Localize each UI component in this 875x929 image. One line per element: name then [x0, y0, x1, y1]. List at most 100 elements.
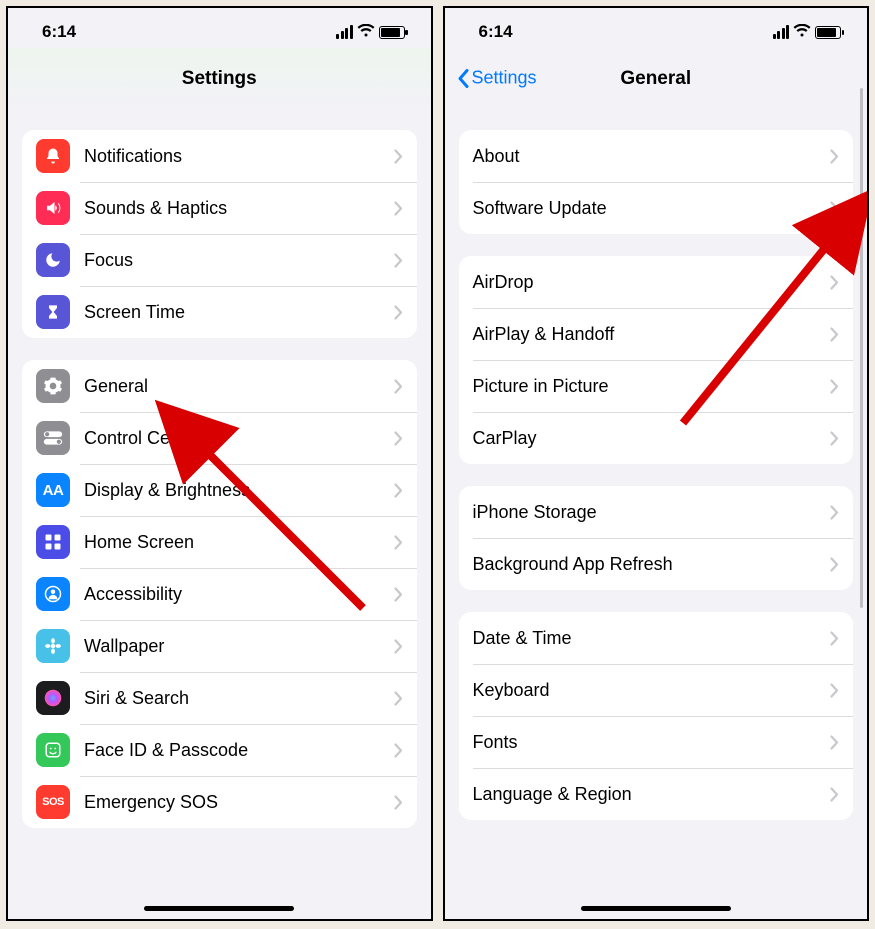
row-homescreen[interactable]: Home Screen: [22, 516, 417, 568]
row-controlcentre[interactable]: Control Centre: [22, 412, 417, 464]
chevron-right-icon: [394, 691, 403, 706]
row-label: Language & Region: [473, 784, 831, 805]
row-about[interactable]: About: [459, 130, 854, 182]
row-software-update[interactable]: Software Update: [459, 182, 854, 234]
row-language[interactable]: Language & Region: [459, 768, 854, 820]
row-label: Keyboard: [473, 680, 831, 701]
chevron-right-icon: [394, 639, 403, 654]
row-label: Wallpaper: [84, 636, 394, 657]
row-siri[interactable]: Siri & Search: [22, 672, 417, 724]
row-general[interactable]: General: [22, 360, 417, 412]
status-indicators: [773, 24, 842, 41]
chevron-right-icon: [830, 505, 839, 520]
row-label: AirPlay & Handoff: [473, 324, 831, 345]
row-label: Display & Brightness: [84, 480, 394, 501]
controlcentre-icon: [36, 421, 70, 455]
chevron-right-icon: [394, 587, 403, 602]
home-indicator: [581, 906, 731, 911]
page-title: Settings: [182, 68, 257, 89]
settings-header: Settings: [8, 48, 431, 108]
row-label: Face ID & Passcode: [84, 740, 394, 761]
status-bar: 6:14: [445, 8, 868, 48]
homescreen-icon: [36, 525, 70, 559]
home-indicator: [144, 906, 294, 911]
status-time: 6:14: [479, 22, 513, 42]
chevron-right-icon: [830, 683, 839, 698]
chevron-right-icon: [394, 149, 403, 164]
chevron-right-icon: [830, 201, 839, 216]
row-screentime[interactable]: Screen Time: [22, 286, 417, 338]
general-group-storage: iPhone Storage Background App Refresh: [459, 486, 854, 590]
wifi-icon: [793, 24, 811, 41]
chevron-right-icon: [394, 253, 403, 268]
battery-icon: [379, 26, 405, 39]
row-label: Home Screen: [84, 532, 394, 553]
display-icon: AA: [36, 473, 70, 507]
row-wallpaper[interactable]: Wallpaper: [22, 620, 417, 672]
chevron-right-icon: [394, 795, 403, 810]
chevron-right-icon: [394, 535, 403, 550]
row-pip[interactable]: Picture in Picture: [459, 360, 854, 412]
chevron-right-icon: [394, 201, 403, 216]
row-keyboard[interactable]: Keyboard: [459, 664, 854, 716]
status-bar: 6:14: [8, 8, 431, 48]
row-accessibility[interactable]: Accessibility: [22, 568, 417, 620]
chevron-right-icon: [830, 557, 839, 572]
general-icon: [36, 369, 70, 403]
row-label: Siri & Search: [84, 688, 394, 709]
chevron-right-icon: [830, 787, 839, 802]
row-label: About: [473, 146, 831, 167]
row-airplay[interactable]: AirPlay & Handoff: [459, 308, 854, 360]
row-label: Control Centre: [84, 428, 394, 449]
row-fonts[interactable]: Fonts: [459, 716, 854, 768]
row-label: General: [84, 376, 394, 397]
row-label: CarPlay: [473, 428, 831, 449]
row-storage[interactable]: iPhone Storage: [459, 486, 854, 538]
page-title: General: [620, 68, 691, 89]
chevron-right-icon: [830, 275, 839, 290]
chevron-right-icon: [394, 743, 403, 758]
row-label: AirDrop: [473, 272, 831, 293]
screentime-icon: [36, 295, 70, 329]
row-faceid[interactable]: Face ID & Passcode: [22, 724, 417, 776]
status-time: 6:14: [42, 22, 76, 42]
row-carplay[interactable]: CarPlay: [459, 412, 854, 464]
siri-icon: [36, 681, 70, 715]
wifi-icon: [357, 24, 375, 41]
row-focus[interactable]: Focus: [22, 234, 417, 286]
row-label: Accessibility: [84, 584, 394, 605]
notifications-icon: [36, 139, 70, 173]
row-sos[interactable]: SOS Emergency SOS: [22, 776, 417, 828]
settings-group-main: General Control Centre AA Display & Brig…: [22, 360, 417, 828]
row-label: Fonts: [473, 732, 831, 753]
settings-group-attention: Notifications Sounds & Haptics Focus Scr…: [22, 130, 417, 338]
row-label: Picture in Picture: [473, 376, 831, 397]
row-sounds[interactable]: Sounds & Haptics: [22, 182, 417, 234]
row-notifications[interactable]: Notifications: [22, 130, 417, 182]
chevron-right-icon: [830, 631, 839, 646]
focus-icon: [36, 243, 70, 277]
chevron-right-icon: [394, 379, 403, 394]
back-button[interactable]: Settings: [457, 68, 537, 89]
sounds-icon: [36, 191, 70, 225]
row-display[interactable]: AA Display & Brightness: [22, 464, 417, 516]
general-group-about: About Software Update: [459, 130, 854, 234]
row-label: Background App Refresh: [473, 554, 831, 575]
chevron-right-icon: [394, 431, 403, 446]
sos-icon: SOS: [36, 785, 70, 819]
scrollbar[interactable]: [860, 88, 863, 608]
settings-screen: 6:14 Settings Notifications Sounds & Hap…: [6, 6, 433, 921]
row-label: Notifications: [84, 146, 394, 167]
chevron-right-icon: [830, 379, 839, 394]
chevron-right-icon: [830, 327, 839, 342]
row-datetime[interactable]: Date & Time: [459, 612, 854, 664]
row-label: Screen Time: [84, 302, 394, 323]
general-header: Settings General: [445, 48, 868, 108]
row-label: Software Update: [473, 198, 831, 219]
chevron-right-icon: [830, 735, 839, 750]
row-bgrefresh[interactable]: Background App Refresh: [459, 538, 854, 590]
chevron-right-icon: [830, 431, 839, 446]
row-airdrop[interactable]: AirDrop: [459, 256, 854, 308]
general-group-locale: Date & Time Keyboard Fonts Language & Re…: [459, 612, 854, 820]
general-screen: 6:14 Settings General About Software Upd…: [443, 6, 870, 921]
